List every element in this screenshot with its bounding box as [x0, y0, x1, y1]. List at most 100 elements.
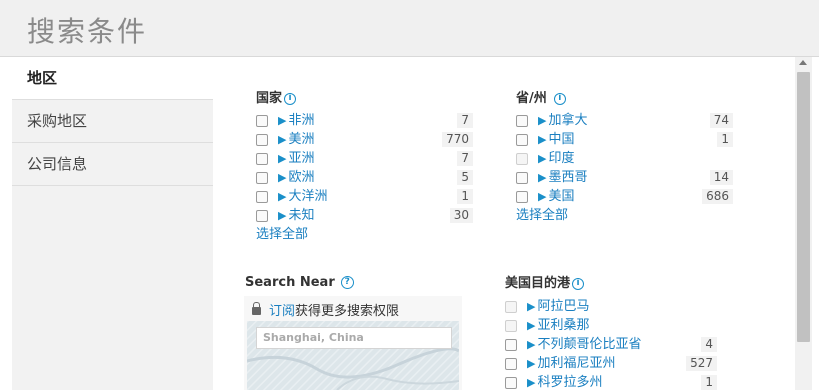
select-all-link[interactable]: 选择全部 — [256, 225, 473, 244]
province-label[interactable]: 加拿大 — [548, 111, 587, 130]
checkbox[interactable] — [516, 133, 528, 146]
list-item: ▶ 美国 686 — [516, 187, 733, 206]
location-search-input[interactable]: Shanghai, China — [256, 327, 452, 349]
count-badge: 74 — [709, 113, 733, 128]
expand-triangle-icon[interactable]: ▶ — [278, 130, 286, 149]
checkbox[interactable] — [256, 133, 268, 146]
expand-triangle-icon[interactable]: ▶ — [278, 168, 286, 187]
province-label[interactable]: 美国 — [548, 187, 574, 206]
sidebar-item-company-info[interactable]: 公司信息 — [12, 143, 213, 186]
list-item: ▶ 加利福尼亚州 527 — [505, 354, 721, 373]
main-content: 国家 i ▶ 非洲 7 ▶ 美洲 770 ▶ 亚洲 7 ▶ 欧洲 5 ▶ 大洋洲… — [213, 57, 795, 390]
list-item: ▶ 非洲 7 — [256, 111, 473, 130]
checkbox[interactable] — [516, 114, 528, 127]
list-item: ▶ 欧洲 5 — [256, 168, 473, 187]
country-label[interactable]: 美洲 — [288, 130, 314, 149]
count-badge: 527 — [686, 356, 717, 371]
count-badge: 14 — [709, 170, 733, 185]
checkbox[interactable] — [256, 190, 268, 203]
count-badge: 1 — [717, 132, 733, 147]
map[interactable]: Shanghai, China — [247, 321, 459, 390]
count-badge: 30 — [449, 208, 473, 223]
info-icon[interactable]: i — [284, 93, 297, 105]
checkbox[interactable] — [256, 171, 268, 184]
checkbox[interactable] — [256, 209, 268, 222]
help-icon[interactable]: ? — [340, 276, 354, 289]
list-item: ▶ 不列颠哥伦比亚省 4 — [505, 335, 721, 354]
country-label[interactable]: 未知 — [288, 206, 314, 225]
list-item: ▶ 美洲 770 — [256, 130, 473, 149]
country-section: 国家 i ▶ 非洲 7 ▶ 美洲 770 ▶ 亚洲 7 ▶ 欧洲 5 ▶ 大洋洲… — [256, 90, 473, 244]
lock-icon — [252, 302, 261, 315]
province-label[interactable]: 印度 — [548, 149, 574, 168]
list-item: ▶ 亚利桑那 — [505, 316, 721, 335]
sidebar-item-region[interactable]: 地区 — [12, 57, 213, 100]
subscribe-link[interactable]: 订阅 — [269, 300, 295, 319]
expand-triangle-icon[interactable]: ▶ — [278, 111, 286, 130]
province-label[interactable]: 墨西哥 — [548, 168, 587, 187]
checkbox — [505, 300, 517, 313]
expand-triangle-icon[interactable]: ▶ — [278, 206, 286, 225]
expand-triangle-icon[interactable]: ▶ — [278, 187, 286, 206]
expand-triangle-icon[interactable]: ▶ — [527, 316, 535, 335]
us-ports-title-label: 美国目的港 — [505, 276, 571, 291]
count-badge: 1 — [701, 375, 717, 390]
count-badge: 686 — [702, 189, 733, 204]
count-badge: 1 — [457, 189, 473, 204]
expand-triangle-icon[interactable]: ▶ — [527, 335, 535, 354]
checkbox — [516, 152, 528, 165]
select-all-link[interactable]: 选择全部 — [516, 206, 733, 225]
port-label[interactable]: 不列颠哥伦比亚省 — [537, 335, 641, 354]
checkbox[interactable] — [505, 338, 517, 351]
subscribe-text: 获得更多搜索权限 — [295, 304, 400, 319]
list-item: ▶ 科罗拉多州 1 — [505, 373, 721, 390]
sidebar: 地区 采购地区 公司信息 — [12, 57, 213, 390]
checkbox[interactable] — [516, 171, 528, 184]
port-label[interactable]: 加利福尼亚州 — [537, 354, 615, 373]
list-item: ▶ 未知 30 — [256, 206, 473, 225]
checkbox[interactable] — [505, 376, 517, 389]
country-label[interactable]: 欧洲 — [288, 168, 314, 187]
checkbox[interactable] — [516, 190, 528, 203]
port-label[interactable]: 阿拉巴马 — [537, 297, 589, 316]
expand-triangle-icon[interactable]: ▶ — [538, 111, 546, 130]
count-badge: 7 — [457, 113, 473, 128]
scroll-up-arrow-icon[interactable] — [799, 60, 807, 65]
search-near-section: Search Near ? — [245, 275, 354, 290]
expand-triangle-icon[interactable]: ▶ — [278, 149, 286, 168]
list-item: ▶ 亚洲 7 — [256, 149, 473, 168]
list-item: ▶ 阿拉巴马 — [505, 297, 721, 316]
subscribe-row: 订阅 获得更多搜索权限 — [252, 300, 399, 319]
expand-triangle-icon[interactable]: ▶ — [527, 373, 535, 390]
country-label[interactable]: 非洲 — [288, 111, 314, 130]
country-label[interactable]: 亚洲 — [288, 149, 314, 168]
scrollbar-thumb[interactable] — [797, 72, 810, 342]
expand-triangle-icon[interactable]: ▶ — [538, 149, 546, 168]
expand-triangle-icon[interactable]: ▶ — [538, 130, 546, 149]
country-title: 国家 i — [256, 90, 473, 108]
us-ports-section: 美国目的港 i ▶ 阿拉巴马 ▶ 亚利桑那 ▶ 不列颠哥伦比亚省 4 ▶ 加利福… — [505, 275, 721, 390]
scrollbar[interactable] — [795, 57, 812, 390]
checkbox[interactable] — [256, 152, 268, 165]
sidebar-item-purchase-region[interactable]: 采购地区 — [12, 100, 213, 143]
info-icon[interactable]: i — [553, 93, 566, 105]
page-title: 搜索条件 — [27, 15, 148, 48]
count-badge: 7 — [457, 151, 473, 166]
expand-triangle-icon[interactable]: ▶ — [527, 354, 535, 373]
info-icon[interactable]: i — [572, 278, 585, 290]
expand-triangle-icon[interactable]: ▶ — [527, 297, 535, 316]
list-item: ▶ 墨西哥 14 — [516, 168, 733, 187]
checkbox[interactable] — [505, 357, 517, 370]
port-label[interactable]: 科罗拉多州 — [537, 373, 602, 390]
checkbox[interactable] — [256, 114, 268, 127]
list-item: ▶ 印度 — [516, 149, 733, 168]
province-title-label: 省/州 — [516, 91, 547, 106]
search-near-title: Search Near ? — [245, 275, 354, 290]
expand-triangle-icon[interactable]: ▶ — [538, 187, 546, 206]
country-label[interactable]: 大洋洲 — [288, 187, 327, 206]
expand-triangle-icon[interactable]: ▶ — [538, 168, 546, 187]
country-title-label: 国家 — [256, 91, 283, 106]
province-label[interactable]: 中国 — [548, 130, 574, 149]
header: 搜索条件 — [0, 0, 819, 57]
port-label[interactable]: 亚利桑那 — [537, 316, 589, 335]
